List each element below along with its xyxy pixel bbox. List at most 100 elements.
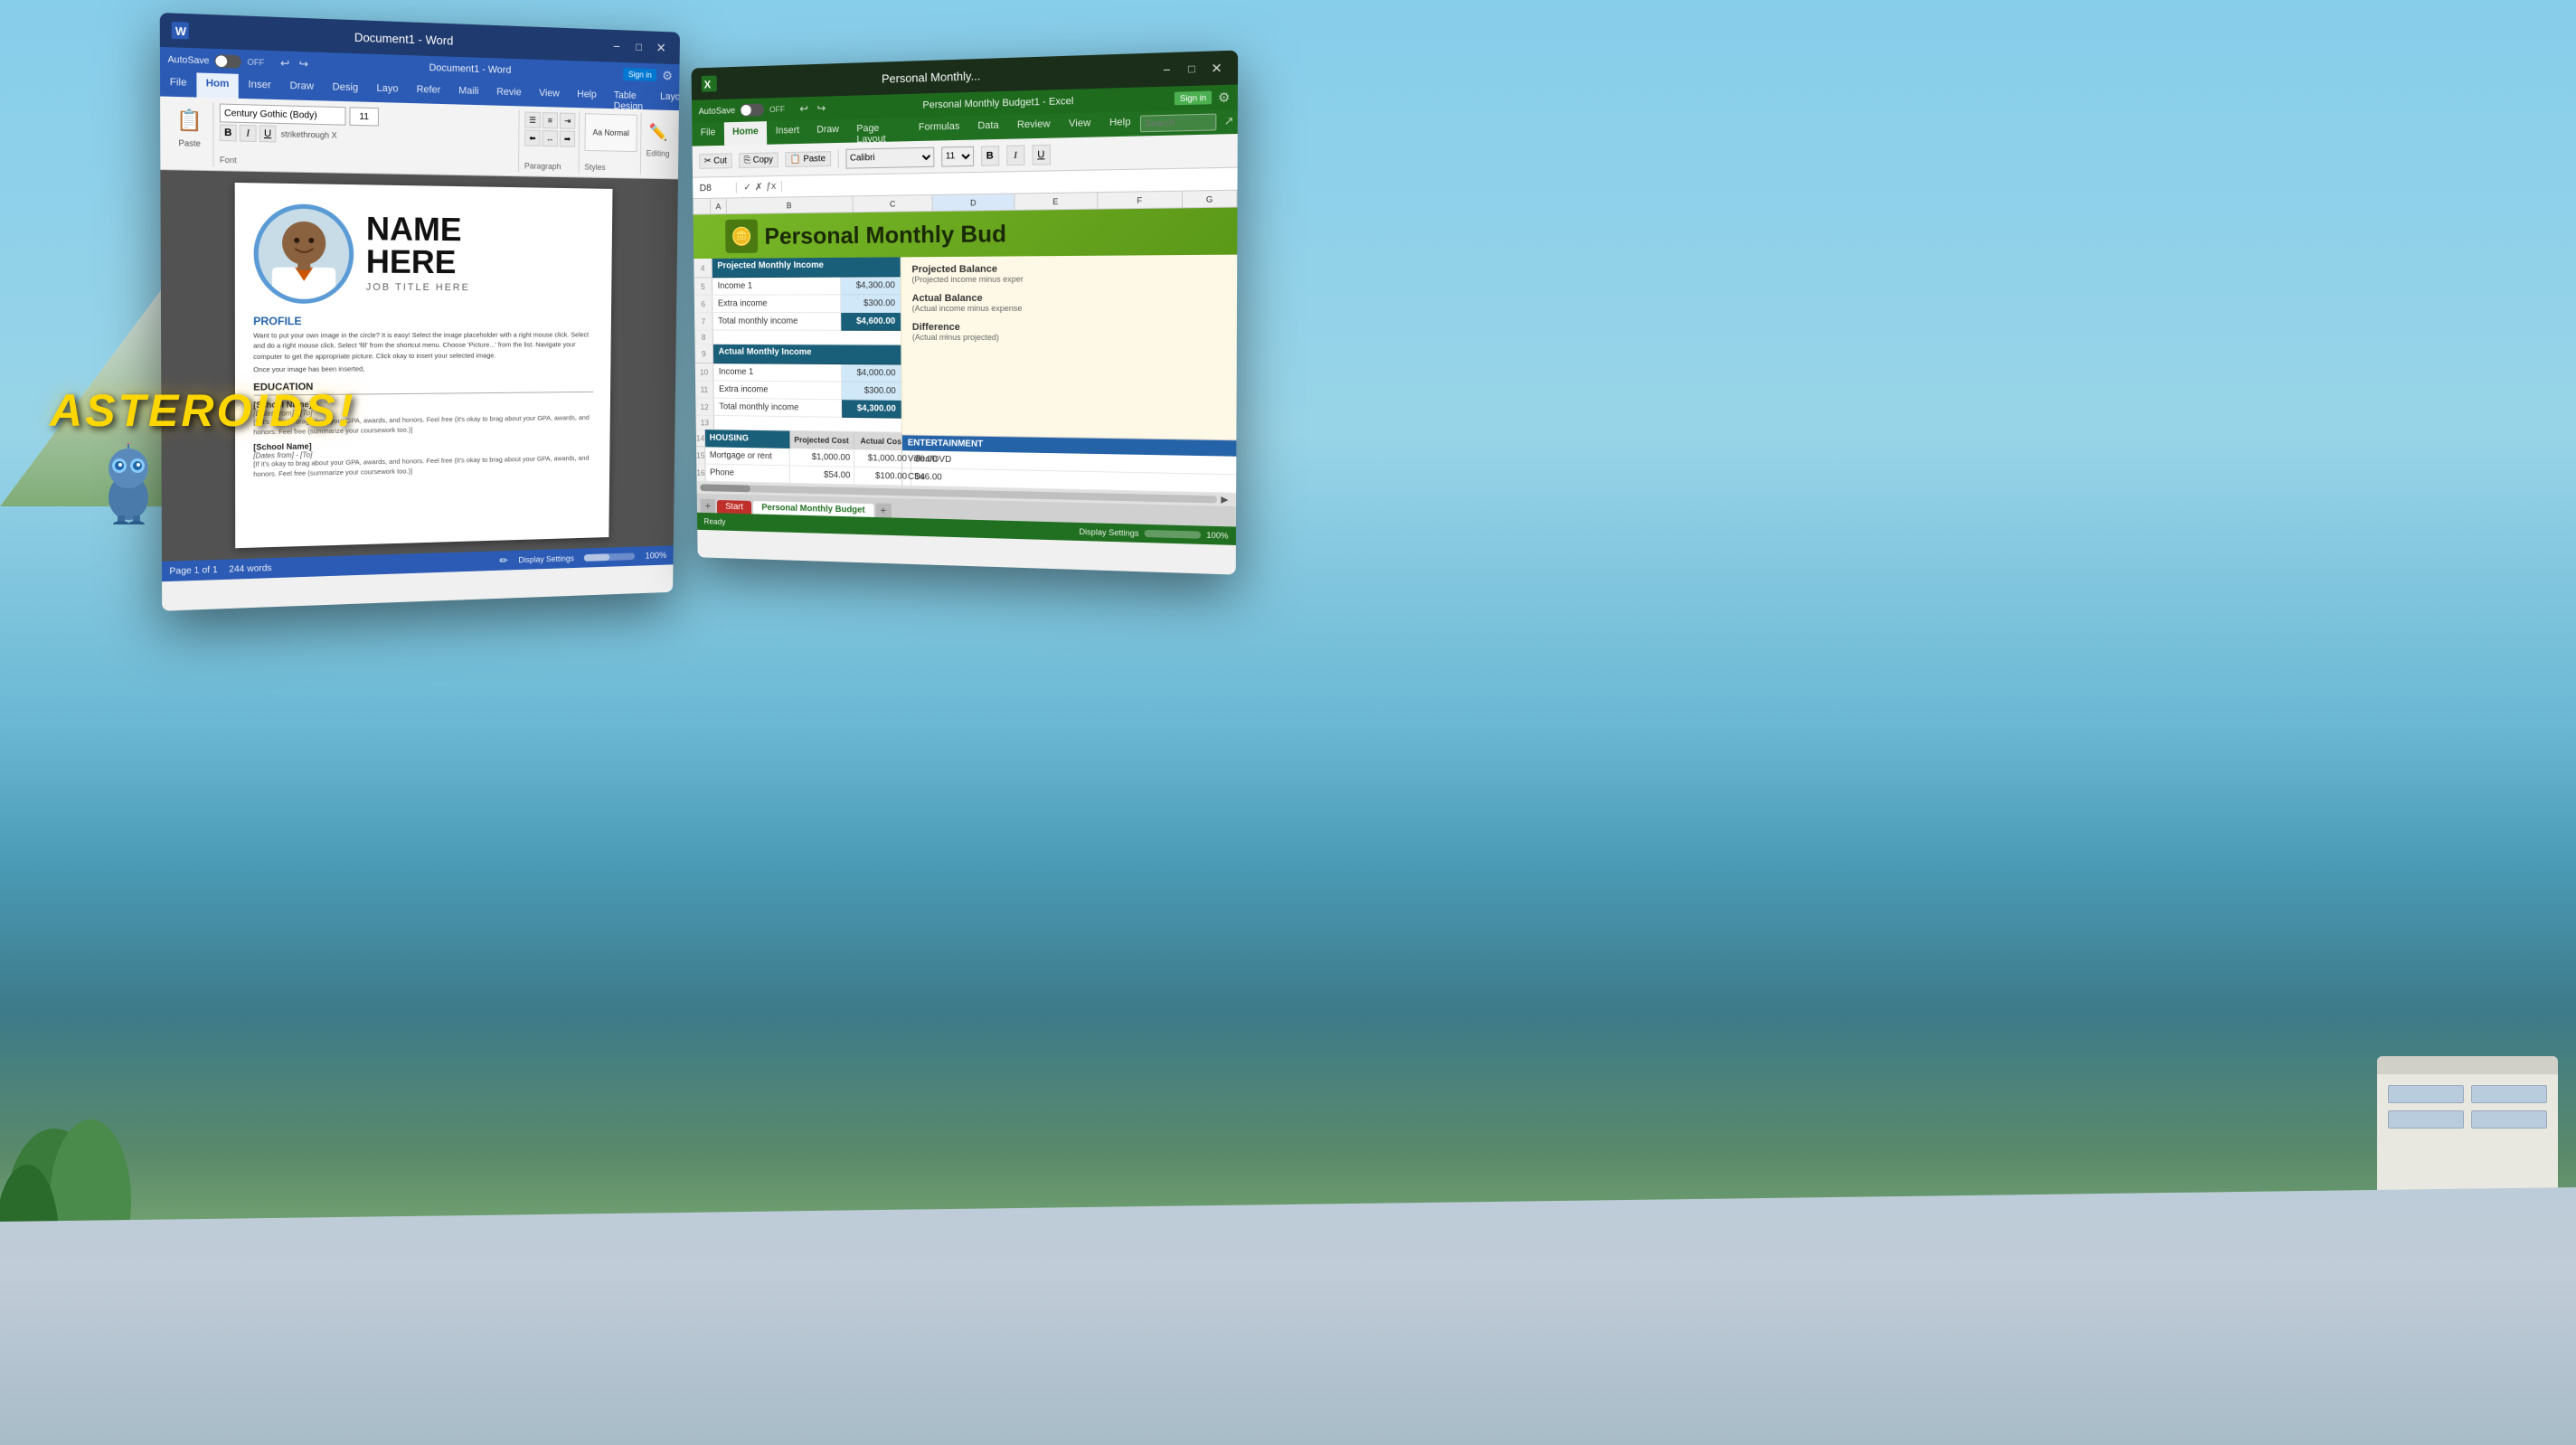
- add-sheet-btn2[interactable]: +: [875, 503, 891, 517]
- actual-balance-item: Actual Balance (Actual income minus expe…: [912, 292, 1226, 313]
- formula-input[interactable]: [788, 174, 1230, 192]
- excel-font-select[interactable]: Calibri: [845, 146, 934, 168]
- tab-table-design[interactable]: Table Design: [605, 85, 652, 109]
- projected-income-header: 4 Projected Monthly Income: [694, 257, 900, 278]
- excel-fontsize-select[interactable]: 11: [941, 146, 974, 166]
- excel-tab-page-layout[interactable]: Page Layout: [848, 118, 911, 143]
- font-name-input[interactable]: [220, 104, 346, 126]
- excel-paste-btn[interactable]: 📋 Paste: [785, 151, 831, 167]
- word-minimize-btn[interactable]: −: [608, 37, 625, 56]
- tab-file[interactable]: File: [160, 71, 196, 97]
- excel-tab-insert[interactable]: Insert: [767, 120, 808, 145]
- word-restore-btn[interactable]: □: [630, 38, 647, 56]
- number-list-btn[interactable]: ≡: [543, 112, 559, 128]
- excel-autosave-toggle[interactable]: [741, 103, 765, 117]
- entertainment-section: ENTERTAINMENT Video/DVD CDs: [901, 434, 1236, 493]
- excel-tab-draw[interactable]: Draw: [808, 119, 848, 144]
- excel-copy-btn[interactable]: ⎘ Copy: [739, 152, 778, 168]
- align-center-btn[interactable]: ↔: [542, 130, 558, 146]
- col-e[interactable]: E: [1014, 193, 1098, 210]
- excel-tab-home[interactable]: Home: [724, 121, 768, 146]
- robot-character: [95, 443, 163, 524]
- tab-help[interactable]: Help: [568, 84, 605, 109]
- col-g[interactable]: G: [1183, 191, 1237, 208]
- income-tables-area: 4 Projected Monthly Income 5 Income 1 $4…: [694, 257, 901, 486]
- excel-minimize-btn[interactable]: −: [1157, 60, 1176, 80]
- proj-total-label: Total monthly income: [712, 313, 841, 331]
- excel-redo-icon[interactable]: ↪: [815, 100, 829, 115]
- col-f[interactable]: F: [1098, 192, 1183, 209]
- excel-app-icon: X: [702, 75, 717, 91]
- excel-full-title: Personal Monthly Budget1 - Excel: [834, 93, 1169, 113]
- tab-review[interactable]: Revie: [487, 81, 530, 106]
- col-c[interactable]: C: [854, 195, 933, 212]
- tab-draw[interactable]: Draw: [280, 75, 323, 100]
- excel-signin-btn[interactable]: Sign in: [1175, 91, 1213, 106]
- underline-btn[interactable]: U: [259, 125, 277, 142]
- actual-income1-label: Income 1: [713, 364, 842, 382]
- undo-icon[interactable]: ↩: [278, 55, 293, 71]
- excel-close-btn[interactable]: ✕: [1207, 58, 1226, 78]
- tab-layout[interactable]: Layo: [367, 78, 407, 103]
- tab-mailings[interactable]: Maili: [449, 80, 487, 105]
- resume-job-title: JOB TITLE HERE: [366, 282, 470, 293]
- italic-btn[interactable]: I: [240, 125, 257, 142]
- actual-extra-value: $300.00: [842, 382, 901, 401]
- excel-restore-btn[interactable]: □: [1182, 59, 1201, 79]
- tab-table-layout[interactable]: Layout: [651, 87, 680, 111]
- excel-main-content: 4 Projected Monthly Income 5 Income 1 $4…: [694, 255, 1237, 494]
- word-page-info: Page 1 of 1: [169, 564, 217, 576]
- word-close-btn[interactable]: ✕: [653, 38, 670, 56]
- word-signin-btn[interactable]: Sign in: [623, 68, 656, 81]
- entertainment-item2: CDs: [908, 472, 925, 482]
- tab-view[interactable]: View: [530, 83, 568, 108]
- redo-icon[interactable]: ↪: [297, 56, 312, 71]
- add-sheet-btn[interactable]: +: [700, 499, 715, 514]
- paragraph-group: ☰ ≡ ⇥ ⬅ ↔ ➡ Paragraph: [521, 109, 580, 173]
- tab-design[interactable]: Desig: [323, 77, 367, 102]
- excel-undo-icon[interactable]: ↩: [797, 101, 810, 116]
- excel-settings-icon[interactable]: ⚙: [1218, 89, 1230, 105]
- excel-share-icon[interactable]: ↗: [1220, 109, 1237, 135]
- col-a[interactable]: A: [711, 199, 727, 214]
- align-right-btn[interactable]: ➡: [560, 130, 575, 146]
- excel-tab-data[interactable]: Data: [968, 115, 1008, 139]
- paste-btn[interactable]: 📋: [175, 102, 205, 138]
- difference-label: Difference: [912, 322, 1225, 334]
- excel-underline-btn[interactable]: U: [1032, 144, 1050, 165]
- actual-total-label: Total monthly income: [714, 399, 843, 418]
- excel-tab-formulas[interactable]: Formulas: [910, 116, 968, 141]
- zoom-slider[interactable]: [584, 552, 635, 561]
- tab-insert[interactable]: Inser: [239, 74, 280, 99]
- bullet-list-btn[interactable]: ☰: [524, 112, 541, 128]
- indent-btn[interactable]: ⇥: [560, 113, 575, 129]
- font-size-input[interactable]: [349, 107, 378, 126]
- excel-bold-btn[interactable]: B: [981, 146, 999, 166]
- tab-home[interactable]: Hom: [196, 72, 239, 98]
- proj-extra-value: $300.00: [841, 295, 901, 313]
- formula-funcs[interactable]: ✓ ✗ ƒx: [743, 181, 782, 193]
- excel-cut-btn[interactable]: ✂ Cut: [699, 153, 731, 168]
- housing-projected-col: Projected Cost: [789, 431, 854, 450]
- excel-tab-review[interactable]: Review: [1008, 114, 1060, 139]
- sheet-tab-start[interactable]: Start: [717, 500, 751, 514]
- word-edit-icon[interactable]: ✏: [499, 554, 508, 567]
- col-d[interactable]: D: [933, 194, 1014, 211]
- excel-search-input[interactable]: [1140, 114, 1216, 133]
- excel-italic-btn[interactable]: I: [1006, 145, 1024, 165]
- align-left-btn[interactable]: ⬅: [524, 129, 541, 146]
- autosave-toggle[interactable]: [215, 54, 241, 69]
- excel-tab-help[interactable]: Help: [1100, 112, 1140, 137]
- excel-search-box[interactable]: [1140, 109, 1216, 136]
- excel-zoom-slider[interactable]: [1145, 530, 1201, 539]
- word-settings-icon[interactable]: ⚙: [662, 68, 673, 83]
- editing-icon[interactable]: ✏️: [646, 115, 671, 149]
- excel-tab-file[interactable]: File: [692, 122, 724, 146]
- name-section: NAME HERE JOB TITLE HERE: [366, 205, 471, 293]
- col-b[interactable]: B: [727, 196, 854, 213]
- excel-tab-view[interactable]: View: [1060, 113, 1100, 138]
- tab-references[interactable]: Refer: [407, 80, 449, 105]
- bold-btn[interactable]: B: [220, 124, 237, 141]
- hscroll-right-btn[interactable]: ▶: [1217, 493, 1232, 506]
- budget-title-area: 🪙 Personal Monthly Bud: [694, 208, 1238, 260]
